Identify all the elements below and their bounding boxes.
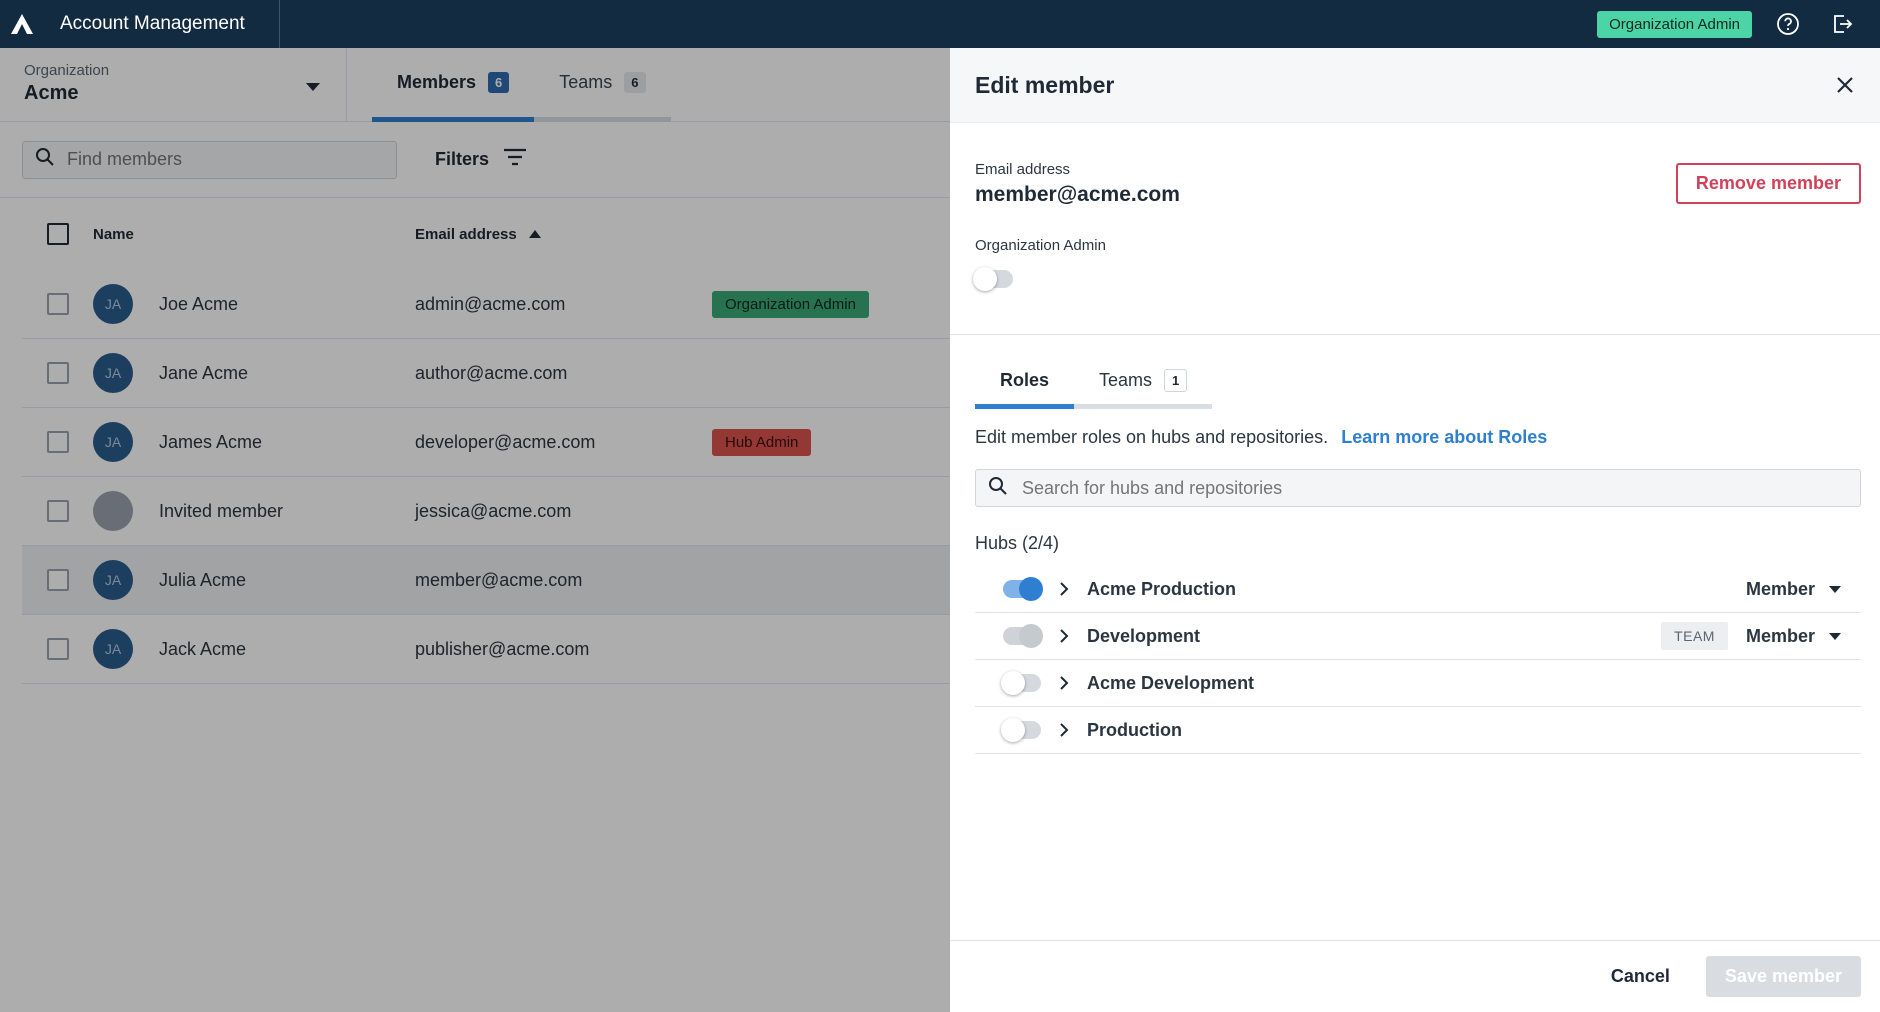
- hub-name: Acme Development: [1087, 672, 1255, 693]
- teams-count-badge: 1: [1164, 369, 1188, 392]
- logout-icon[interactable]: [1824, 6, 1860, 42]
- cancel-button[interactable]: Cancel: [1611, 966, 1670, 987]
- hub-row-acme-development: Acme Development: [975, 660, 1861, 707]
- toggle-knob: [1001, 671, 1025, 695]
- modal-overlay[interactable]: [0, 48, 950, 1012]
- tab-roles[interactable]: Roles: [975, 357, 1075, 409]
- hub-role-value: Member: [1745, 578, 1815, 599]
- learn-more-roles-link[interactable]: Learn more about Roles: [1341, 427, 1547, 447]
- close-icon[interactable]: [1830, 70, 1860, 100]
- top-bar: Account Management Organization Admin: [0, 0, 1880, 48]
- toggle-knob: [1001, 718, 1025, 742]
- save-member-button[interactable]: Save member: [1705, 956, 1861, 997]
- chevron-right-icon[interactable]: [1059, 629, 1075, 643]
- chevron-right-icon[interactable]: [1059, 676, 1075, 690]
- hub-access-toggle[interactable]: [1003, 577, 1043, 601]
- caret-down-icon: [1829, 585, 1841, 593]
- remove-member-button[interactable]: Remove member: [1675, 163, 1861, 204]
- caret-down-icon: [1829, 632, 1841, 640]
- organization-admin-label: Organization Admin: [975, 237, 1106, 254]
- hub-role-select[interactable]: Member: [1746, 626, 1841, 647]
- hub-access-toggle[interactable]: [1001, 718, 1041, 742]
- panel-title: Edit member: [975, 71, 1115, 98]
- hub-name: Production: [1087, 719, 1182, 740]
- roles-description-text: Edit member roles on hubs and repositori…: [975, 427, 1329, 447]
- hubs-heading: Hubs (2/4): [975, 533, 1060, 553]
- amplience-logo-icon[interactable]: [0, 0, 44, 48]
- hub-row-production: Production: [975, 707, 1861, 754]
- toggle-knob: [1019, 624, 1043, 648]
- hub-name: Acme Production: [1087, 578, 1237, 599]
- hub-access-toggle[interactable]: [1003, 624, 1043, 648]
- team-tag: TEAM: [1661, 622, 1728, 650]
- search-icon: [988, 476, 1008, 501]
- panel-footer: Cancel Save member: [950, 940, 1880, 1012]
- hub-row-development: Development TEAM Member: [975, 613, 1861, 660]
- chevron-right-icon[interactable]: [1059, 582, 1075, 596]
- hub-search-input[interactable]: [1022, 477, 1822, 499]
- tab-label: Teams: [1099, 370, 1153, 390]
- hub-row-acme-production: Acme Production Member: [975, 566, 1861, 613]
- help-circle-icon[interactable]: [1770, 6, 1806, 42]
- chevron-right-icon[interactable]: [1059, 723, 1075, 737]
- toggle-knob: [1019, 577, 1043, 601]
- tab-member-teams[interactable]: Teams 1: [1074, 357, 1213, 409]
- roles-teams-tabs: Roles Teams 1: [950, 357, 1880, 409]
- tab-label: Roles: [1000, 370, 1050, 390]
- hub-name: Development: [1087, 625, 1201, 646]
- toggle-knob: [973, 267, 997, 291]
- edit-member-panel: Edit member Email address member@acme.co…: [950, 48, 1880, 1012]
- hub-access-toggle[interactable]: [1001, 671, 1041, 695]
- hub-list: Acme Production Member Development TEAM …: [975, 566, 1861, 754]
- hub-search: [975, 469, 1861, 507]
- hub-role-select[interactable]: Member: [1746, 579, 1841, 600]
- roles-description: Edit member roles on hubs and repositori…: [950, 409, 1880, 448]
- organization-admin-toggle[interactable]: [973, 267, 1013, 291]
- role-badge: Organization Admin: [1597, 10, 1752, 38]
- hub-role-value: Member: [1745, 625, 1815, 646]
- app-title: Account Management: [44, 0, 280, 48]
